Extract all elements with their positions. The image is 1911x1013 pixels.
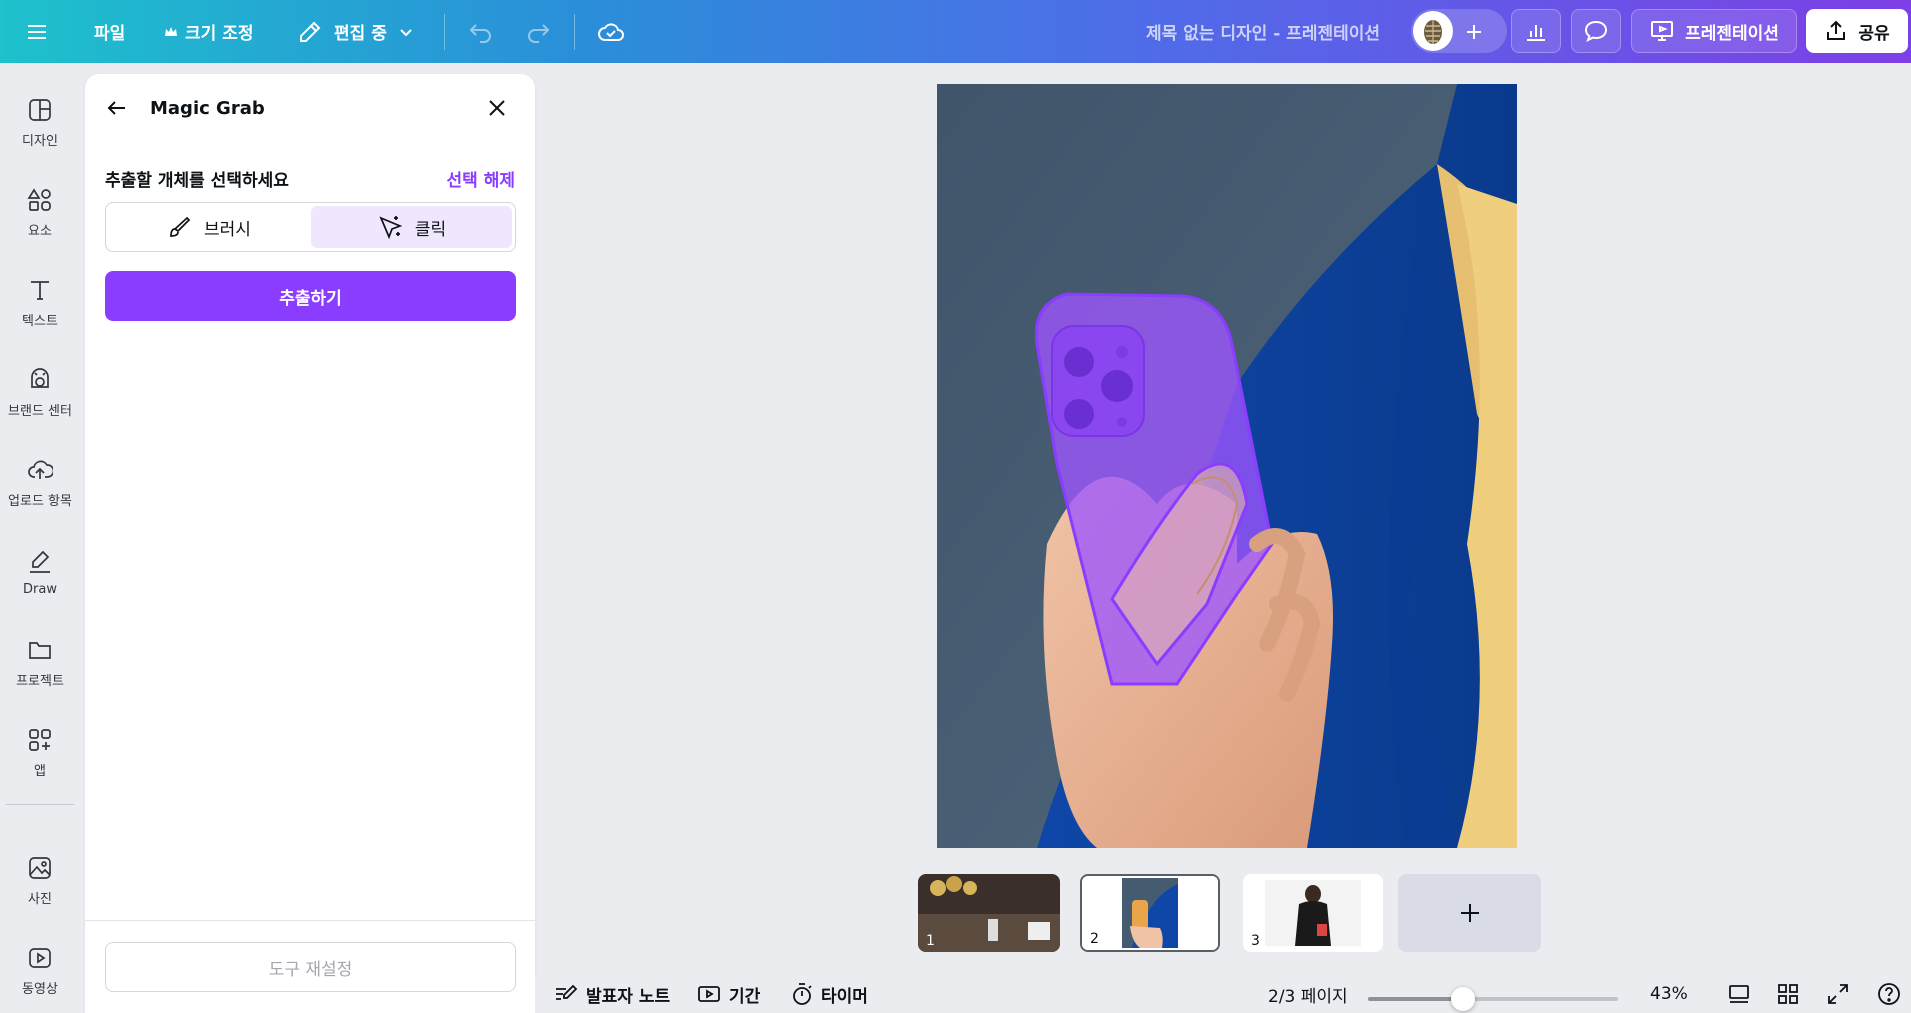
design-icon bbox=[29, 99, 51, 121]
extract-button[interactable]: 추출하기 bbox=[105, 271, 516, 321]
pinecone-icon bbox=[1424, 20, 1442, 44]
folder-icon bbox=[29, 642, 51, 659]
upload-share-icon bbox=[1827, 20, 1846, 40]
question-circle-icon bbox=[1878, 983, 1900, 1005]
toolbar-divider bbox=[444, 14, 445, 50]
arrow-left-icon bbox=[107, 101, 125, 115]
expand-icon bbox=[1828, 984, 1848, 1004]
rail-item-text[interactable]: 텍스트 bbox=[0, 263, 80, 343]
comments-button[interactable] bbox=[1571, 9, 1621, 53]
zoom-slider-fill bbox=[1368, 997, 1463, 1001]
top-bar bbox=[0, 0, 1911, 63]
document-title[interactable]: 제목 없는 디자인 - 프레젠테이션 bbox=[1146, 0, 1380, 63]
draw-icon bbox=[30, 550, 50, 573]
selection-mode-toggle: 브러시 클릭 bbox=[105, 202, 516, 252]
rail-item-uploads[interactable]: 업로드 항목 bbox=[0, 443, 80, 523]
back-button[interactable] bbox=[105, 96, 135, 126]
notes-view-button[interactable] bbox=[1727, 975, 1759, 1013]
edit-mode-dropdown[interactable]: 편집 중 bbox=[298, 0, 415, 63]
presenter-notes-button[interactable]: 발표자 노트 bbox=[554, 975, 670, 1013]
pencil-icon bbox=[300, 21, 321, 42]
reset-tool-button[interactable]: 도구 재설정 bbox=[105, 942, 516, 992]
page-indicator[interactable]: 2/3 페이지 bbox=[1268, 975, 1348, 1013]
plus-icon bbox=[1467, 24, 1481, 39]
page-thumbnail-3[interactable]: 3 bbox=[1243, 874, 1383, 952]
undo-icon bbox=[469, 23, 491, 43]
main-menu-button[interactable] bbox=[26, 0, 54, 63]
chevron-down-icon bbox=[400, 28, 412, 36]
bar-chart-icon bbox=[1527, 25, 1545, 41]
rail-divider bbox=[6, 804, 74, 805]
close-icon bbox=[489, 100, 505, 116]
stopwatch-icon bbox=[793, 983, 812, 1005]
thumbnail-image bbox=[1243, 874, 1383, 952]
plus-icon bbox=[1460, 904, 1479, 922]
insights-button[interactable] bbox=[1511, 9, 1561, 53]
page-thumbnail-2[interactable]: 2 bbox=[1080, 874, 1220, 952]
rail-item-draw[interactable]: Draw bbox=[0, 533, 80, 613]
grid-view-button[interactable] bbox=[1776, 975, 1808, 1013]
toolbar-divider bbox=[574, 14, 575, 50]
speech-bubble-icon bbox=[1584, 20, 1608, 42]
deselect-link[interactable]: 선택 해제 bbox=[447, 166, 515, 191]
thumbnail-image bbox=[1082, 876, 1218, 950]
rail-item-brand[interactable]: 브랜드 센터 bbox=[0, 353, 80, 433]
photo-icon bbox=[29, 857, 51, 879]
panel-footer-divider bbox=[85, 920, 535, 921]
thumbnail-image bbox=[918, 874, 1060, 952]
cloud-check-icon bbox=[598, 22, 624, 41]
file-menu[interactable]: 파일 bbox=[94, 0, 125, 63]
notes-pencil-icon bbox=[556, 984, 578, 1000]
apps-icon bbox=[29, 729, 51, 751]
rail-item-projects[interactable]: 프로젝트 bbox=[0, 623, 80, 703]
share-button[interactable]: 공유 bbox=[1806, 9, 1908, 53]
mode-click-option[interactable]: 클릭 bbox=[311, 206, 512, 248]
select-object-prompt: 추출할 개체를 선택하세요 bbox=[105, 171, 289, 191]
help-button[interactable] bbox=[1876, 975, 1910, 1013]
add-collaborator-button[interactable] bbox=[1464, 0, 1490, 63]
page-thumbnail-1[interactable]: 1 bbox=[918, 874, 1060, 952]
redo-icon bbox=[528, 23, 550, 43]
rail-item-elements[interactable]: 요소 bbox=[0, 173, 80, 253]
close-button[interactable] bbox=[485, 96, 515, 126]
magic-cursor-icon bbox=[379, 216, 403, 240]
upload-icon bbox=[28, 460, 53, 479]
avatar[interactable] bbox=[1413, 11, 1453, 51]
text-icon bbox=[31, 281, 49, 300]
zoom-slider-handle[interactable] bbox=[1451, 987, 1475, 1011]
fullscreen-button[interactable] bbox=[1826, 975, 1858, 1013]
design-canvas[interactable] bbox=[937, 84, 1517, 848]
undo-button[interactable] bbox=[468, 0, 494, 63]
mode-brush-option[interactable]: 브러시 bbox=[109, 206, 310, 248]
zoom-level[interactable]: 43% bbox=[1650, 975, 1688, 1013]
present-button[interactable]: 프레젠테이션 bbox=[1631, 9, 1797, 53]
panel-title: Magic Grab bbox=[150, 98, 265, 119]
video-icon bbox=[29, 948, 51, 968]
duration-button[interactable]: 기간 bbox=[697, 975, 760, 1013]
timer-button[interactable]: 타이머 bbox=[791, 975, 868, 1013]
brush-icon bbox=[170, 216, 191, 237]
elements-icon bbox=[27, 188, 51, 211]
cloud-save-status[interactable] bbox=[597, 0, 625, 63]
rail-item-videos[interactable]: 동영상 bbox=[0, 931, 80, 1011]
magic-grab-panel: Magic Grab 추출할 개체를 선택하세요 선택 해제 브러시 클릭 추출… bbox=[85, 74, 535, 1013]
add-page-button[interactable] bbox=[1398, 874, 1541, 952]
rail-item-design[interactable]: 디자인 bbox=[0, 83, 80, 163]
rail-item-photos[interactable]: 사진 bbox=[0, 841, 80, 921]
play-box-icon bbox=[698, 986, 720, 1002]
canvas-photo bbox=[937, 84, 1517, 848]
single-page-view-icon bbox=[1729, 985, 1749, 1003]
crown-icon bbox=[165, 26, 177, 36]
redo-button[interactable] bbox=[525, 0, 551, 63]
grid-icon bbox=[1778, 984, 1798, 1004]
presentation-icon bbox=[1651, 21, 1674, 41]
rail-item-apps[interactable]: 앱 bbox=[0, 713, 80, 793]
resize-button[interactable]: 크기 조정 bbox=[163, 0, 253, 63]
brand-icon bbox=[31, 368, 49, 388]
hamburger-icon bbox=[28, 24, 46, 39]
